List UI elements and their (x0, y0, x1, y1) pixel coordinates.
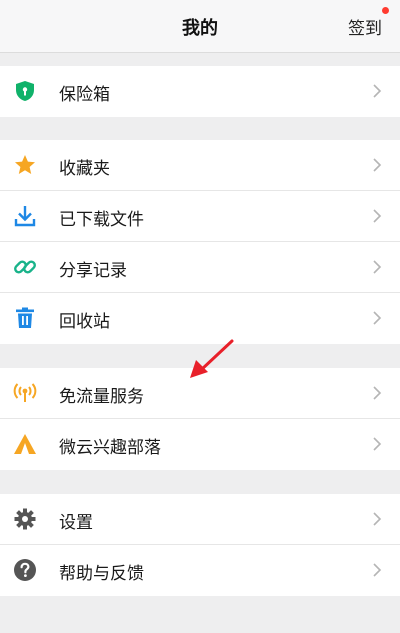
menu-item-label: 微云兴趣部落 (59, 438, 161, 458)
annotation-arrow-icon (190, 339, 234, 378)
shield-lock-icon (16, 81, 34, 101)
chevron-right-icon (373, 84, 382, 98)
menu-group-services: 免流量服务 微云兴趣部落 (0, 368, 400, 470)
page-title: 我的 (182, 18, 218, 39)
chevron-right-icon (373, 311, 382, 325)
menu-item-interest-tribe[interactable]: 微云兴趣部落 (0, 419, 400, 470)
chevron-right-icon (373, 209, 382, 223)
menu-item-label: 设置 (59, 513, 93, 533)
star-icon (15, 155, 35, 174)
help-icon (14, 559, 36, 581)
download-icon (14, 206, 36, 227)
menu-item-label: 免流量服务 (59, 387, 144, 407)
menu-item-label: 回收站 (59, 312, 110, 332)
bottom-spacer (0, 600, 400, 633)
menu-item-share-history[interactable]: 分享记录 (0, 242, 400, 293)
app-header: 我的 签到 (0, 0, 400, 53)
menu-item-label: 已下载文件 (59, 210, 144, 230)
chevron-right-icon (373, 437, 382, 451)
chevron-right-icon (373, 512, 382, 526)
chevron-right-icon (373, 158, 382, 172)
menu-item-label: 保险箱 (59, 85, 110, 105)
menu-item-label: 帮助与反馈 (59, 564, 144, 584)
menu-item-favorites[interactable]: 收藏夹 (0, 140, 400, 191)
link-icon (14, 260, 36, 274)
tent-icon (14, 434, 36, 454)
signal-icon (13, 383, 37, 402)
chevron-right-icon (373, 386, 382, 400)
signin-button[interactable]: 签到 (348, 14, 382, 39)
chevron-right-icon (373, 260, 382, 274)
chevron-right-icon (373, 563, 382, 577)
menu-item-settings[interactable]: 设置 (0, 494, 400, 545)
menu-item-label: 收藏夹 (59, 159, 110, 179)
menu-item-label: 分享记录 (59, 261, 127, 281)
menu-group-settings: 设置 帮助与反馈 (0, 494, 400, 596)
menu-group-files: 收藏夹 已下载文件 分享记录 回收站 (0, 140, 400, 344)
gear-icon (14, 508, 36, 530)
menu-item-downloads[interactable]: 已下载文件 (0, 191, 400, 242)
trash-icon (16, 307, 34, 328)
menu-item-help-feedback[interactable]: 帮助与反馈 (0, 545, 400, 596)
notification-dot (382, 7, 389, 14)
menu-group-vault: 保险箱 (0, 66, 400, 117)
menu-item-vault[interactable]: 保险箱 (0, 66, 400, 117)
